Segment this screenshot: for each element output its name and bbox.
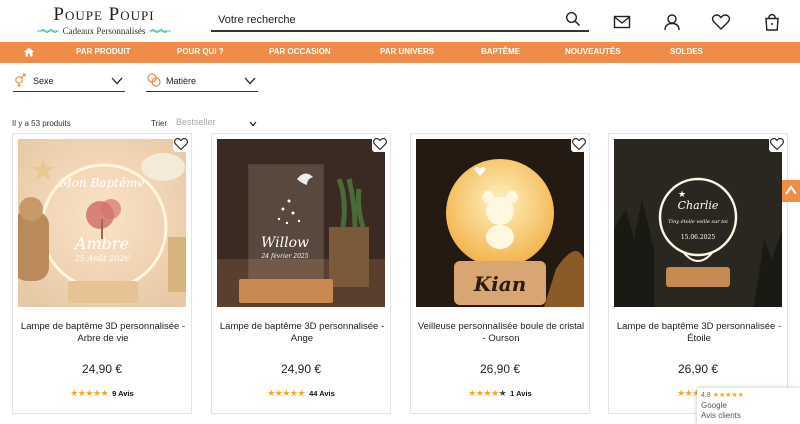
product-image[interactable]: Kian: [416, 139, 584, 307]
lamp-text-3: 15.06.2025: [681, 234, 716, 241]
product-image[interactable]: ★ Charlie Tiny étoile veille sur toi 15.…: [614, 139, 782, 307]
favorite-heart-icon[interactable]: [571, 136, 587, 152]
lamp-text-3: 25 Août 2026: [74, 254, 130, 263]
leaf-left-icon: [36, 29, 59, 33]
brand-tagline-row: Cadeaux Personnalisés: [24, 26, 184, 36]
lamp-text-2: Ambre: [73, 234, 129, 253]
mail-icon[interactable]: [612, 12, 632, 32]
product-price: 24,90 €: [280, 362, 322, 376]
home-icon[interactable]: [23, 46, 35, 58]
google-label: Google: [701, 401, 727, 410]
product-card[interactable]: Mon Baptême Ambre 25 Août 2026 Lampe de …: [12, 133, 192, 414]
rating-stars: ★★★★★: [468, 388, 507, 398]
google-stars: ★★★★★: [712, 392, 745, 399]
product-image[interactable]: Mon Baptême Ambre 25 Août 2026: [18, 139, 186, 307]
google-score: 4,8: [701, 392, 711, 399]
review-count[interactable]: 44 Avis: [309, 389, 335, 398]
lamp-text-2: 24 février 2025: [260, 253, 308, 260]
nav-item-par-produit[interactable]: PAR PRODUIT: [76, 47, 131, 56]
filter-matiere[interactable]: Matière: [146, 72, 258, 92]
product-title[interactable]: Lampe de baptême 3D personnalisée - Étoi…: [615, 321, 783, 345]
product-rating: ★★★★★ 44 Avis: [212, 388, 390, 399]
gender-icon: [15, 73, 26, 87]
favorite-heart-icon[interactable]: [372, 136, 388, 152]
svg-text:★: ★: [678, 189, 686, 199]
brand-tagline: Cadeaux Personnalisés: [62, 26, 146, 36]
lamp-text-1: Willow: [261, 235, 309, 251]
chevron-down-icon: [244, 77, 256, 85]
search-icon[interactable]: [565, 11, 581, 27]
lamp-text-1: Charlie: [678, 199, 719, 212]
product-image[interactable]: Willow 24 février 2025: [217, 139, 385, 307]
product-title[interactable]: Veilleuse personnalisée boule de cristal…: [417, 321, 585, 345]
product-card[interactable]: Willow 24 février 2025 Lampe de baptême …: [211, 133, 391, 414]
site-header: Poupe Poupi Cadeaux Personnalisés: [0, 0, 800, 42]
brand-logo[interactable]: Poupe Poupi Cadeaux Personnalisés: [24, 5, 184, 39]
account-icon[interactable]: [662, 12, 682, 32]
nav-item-pour-qui[interactable]: POUR QUI ?: [177, 47, 224, 56]
nav-item-soldes[interactable]: SOLDES: [670, 47, 703, 56]
main-nav: PAR PRODUIT POUR QUI ? PAR OCCASION PAR …: [0, 42, 800, 63]
product-title[interactable]: Lampe de baptême 3D personnalisée - Arbr…: [19, 321, 187, 345]
cart-bag-icon[interactable]: [762, 12, 782, 32]
scroll-top-button[interactable]: [782, 180, 800, 202]
chevron-up-icon: [785, 185, 797, 195]
google-reviews-badge[interactable]: 4,8 ★★★★★ Google Avis clients: [697, 388, 800, 424]
nav-item-nouveautes[interactable]: NOUVEAUTÉS: [565, 47, 621, 56]
nav-item-bapteme[interactable]: BAPTÊME: [481, 47, 520, 56]
lamp-text-1: Mon Baptême: [58, 176, 144, 190]
nav-item-par-occasion[interactable]: PAR OCCASION: [269, 47, 331, 56]
google-rating: 4,8 ★★★★★: [701, 391, 744, 399]
product-count: Il y a 53 produits: [12, 119, 71, 128]
lamp-star-image: ★ Charlie Tiny étoile veille sur toi 15.…: [614, 139, 782, 307]
product-title[interactable]: Lampe de baptême 3D personnalisée - Ange: [218, 321, 386, 345]
rating-stars: ★★★★★: [70, 388, 109, 398]
filter-sexe-label: Sexe: [33, 76, 54, 86]
sort-chevron-down-icon[interactable]: [249, 121, 257, 127]
product-card[interactable]: ★ Charlie Tiny étoile veille sur toi 15.…: [608, 133, 788, 414]
material-icon: [147, 73, 161, 87]
rating-stars: ★★★★★: [267, 388, 306, 398]
product-price: 26,90 €: [479, 362, 521, 376]
leaf-right-icon: [149, 29, 172, 33]
product-rating: ★★★★★ 1 Avis: [411, 388, 589, 399]
search-input[interactable]: [218, 11, 548, 29]
wishlist-heart-icon[interactable]: [711, 12, 731, 32]
nav-item-par-univers[interactable]: PAR UNIVERS: [380, 47, 434, 56]
product-price: 24,90 €: [81, 362, 123, 376]
product-card[interactable]: Kian Veilleuse personnalisée boule de cr…: [410, 133, 590, 414]
product-price: 26,90 €: [677, 362, 719, 376]
review-count[interactable]: 9 Avis: [112, 389, 134, 398]
favorite-heart-icon[interactable]: [173, 136, 189, 152]
sort-select[interactable]: Bestseller: [176, 117, 216, 127]
sort-label: Trier: [151, 119, 168, 128]
favorite-heart-icon[interactable]: [769, 136, 785, 152]
google-sublabel: Avis clients: [701, 411, 741, 420]
product-rating: ★★★★★ 9 Avis: [13, 388, 191, 399]
search-bar: [211, 9, 589, 32]
brand-name: Poupe Poupi: [53, 4, 155, 25]
crystal-ball-bear-image: Kian: [416, 139, 584, 307]
filter-sexe[interactable]: Sexe: [13, 72, 125, 92]
lamp-tree-image: Mon Baptême Ambre 25 Août 2026: [18, 139, 186, 307]
lamp-text-2: Tiny étoile veille sur toi: [668, 218, 728, 225]
review-count[interactable]: 1 Avis: [510, 389, 532, 398]
chevron-down-icon: [111, 77, 123, 85]
lamp-angel-image: Willow 24 février 2025: [217, 139, 385, 307]
filter-matiere-label: Matière: [166, 76, 197, 86]
lamp-text-1: Kian: [473, 272, 526, 296]
